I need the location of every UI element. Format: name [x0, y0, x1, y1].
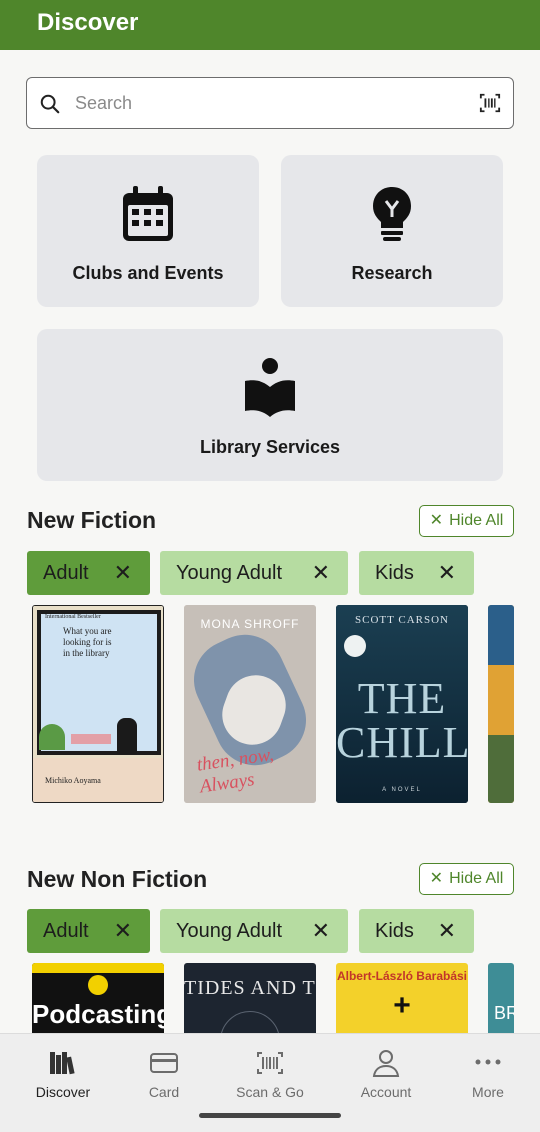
nav-label: Discover [35, 1084, 91, 1100]
book-title: THE CHILL [336, 674, 468, 767]
book-cover[interactable]: TIDES AND THE OCEAN [184, 963, 316, 1043]
nav-label: More [472, 1084, 504, 1100]
tile-clubs-and-events[interactable]: Clubs and Events [37, 155, 259, 307]
books-icon [50, 1052, 75, 1075]
book-subtitle: A NOVEL [382, 787, 422, 793]
search-icon [40, 94, 60, 114]
more-dots-icon [475, 1059, 501, 1065]
hide-all-button[interactable]: ✕ Hide All [419, 505, 514, 537]
chip-young-adult[interactable]: Young Adult ✕ [160, 909, 348, 953]
chip-adult[interactable]: Adult ✕ [27, 551, 150, 595]
chip-adult[interactable]: Adult ✕ [27, 909, 150, 953]
book-title: BR [494, 1003, 514, 1023]
home-indicator[interactable] [199, 1113, 341, 1118]
book-author: Michiko Aoyama [45, 776, 101, 785]
book-cover[interactable] [488, 605, 514, 803]
nav-label: Card [148, 1084, 180, 1100]
search-input[interactable] [75, 88, 455, 118]
nav-more[interactable]: More [438, 1034, 538, 1114]
tile-label: Library Services [199, 437, 341, 457]
hide-all-label: Hide All [449, 512, 504, 529]
book-title: What you are looking for is in the libra… [63, 626, 112, 658]
tile-library-services[interactable]: Library Services [37, 329, 503, 481]
book-cover[interactable]: MONA SHROFF then, now, Always [184, 605, 316, 803]
nav-discover[interactable]: Discover [13, 1034, 113, 1114]
card-icon [150, 1053, 178, 1073]
book-author: Albert-László Barabási [336, 969, 468, 983]
chip-label: Kids [375, 562, 414, 584]
nav-label: Account [360, 1084, 412, 1100]
chip-label: Adult [43, 920, 89, 942]
close-icon[interactable]: ✕ [312, 918, 330, 944]
chip-young-adult[interactable]: Young Adult ✕ [160, 551, 348, 595]
nav-label: Scan & Go [236, 1084, 304, 1100]
chip-label: Adult [43, 562, 89, 584]
book-title: Podcasting [32, 999, 164, 1029]
chip-label: Kids [375, 920, 414, 942]
lightbulb-icon [373, 187, 411, 241]
hide-all-label: Hide All [449, 870, 504, 887]
book-title: TIDES AND THE OCEAN [184, 977, 316, 999]
page-title: Discover [37, 9, 139, 36]
tile-label: Research [351, 263, 433, 283]
tile-label: Clubs and Events [72, 263, 224, 283]
book-author: SCOTT CARSON [354, 614, 449, 626]
book-cover[interactable]: International Bestseller What you are lo… [32, 605, 164, 803]
book-cover[interactable]: Podcasting [32, 963, 164, 1043]
app-header: Discover [0, 0, 540, 50]
section-title-new-non-fiction: New Non Fiction [27, 866, 208, 892]
chip-label: Young Adult [176, 562, 283, 584]
reader-icon [245, 358, 295, 417]
search-bar[interactable] [26, 77, 514, 129]
close-icon[interactable]: ✕ [114, 918, 132, 944]
section-title-new-fiction: New Fiction [27, 507, 157, 533]
close-icon[interactable]: ✕ [312, 560, 330, 586]
close-icon: ✕ [429, 512, 444, 529]
discover-screen: Discover Clubs and Events [0, 0, 540, 1132]
barcode-scan-icon[interactable] [479, 92, 501, 114]
tile-research[interactable]: Research [281, 155, 503, 307]
book-author: MONA SHROFF [200, 617, 300, 631]
close-icon[interactable]: ✕ [114, 560, 132, 586]
book-cover[interactable]: BR [488, 963, 514, 1043]
barcode-icon [257, 1052, 283, 1074]
book-title: + [393, 989, 411, 1022]
close-icon[interactable]: ✕ [438, 560, 456, 586]
hide-all-button[interactable]: ✕ Hide All [419, 863, 514, 895]
calendar-icon [123, 186, 173, 241]
book-tag: International Bestseller [45, 614, 101, 620]
chip-label: Young Adult [176, 920, 283, 942]
close-icon[interactable]: ✕ [438, 918, 456, 944]
book-cover[interactable]: SCOTT CARSON THE CHILL A NOVEL [336, 605, 468, 803]
close-icon: ✕ [429, 870, 444, 887]
nav-scan-and-go[interactable]: Scan & Go [220, 1034, 320, 1114]
chip-kids[interactable]: Kids ✕ [359, 909, 474, 953]
person-icon [372, 1050, 400, 1077]
chip-kids[interactable]: Kids ✕ [359, 551, 474, 595]
nav-card[interactable]: Card [114, 1034, 214, 1114]
book-cover[interactable]: Albert-László Barabási + [336, 963, 468, 1043]
nav-account[interactable]: Account [336, 1034, 436, 1114]
